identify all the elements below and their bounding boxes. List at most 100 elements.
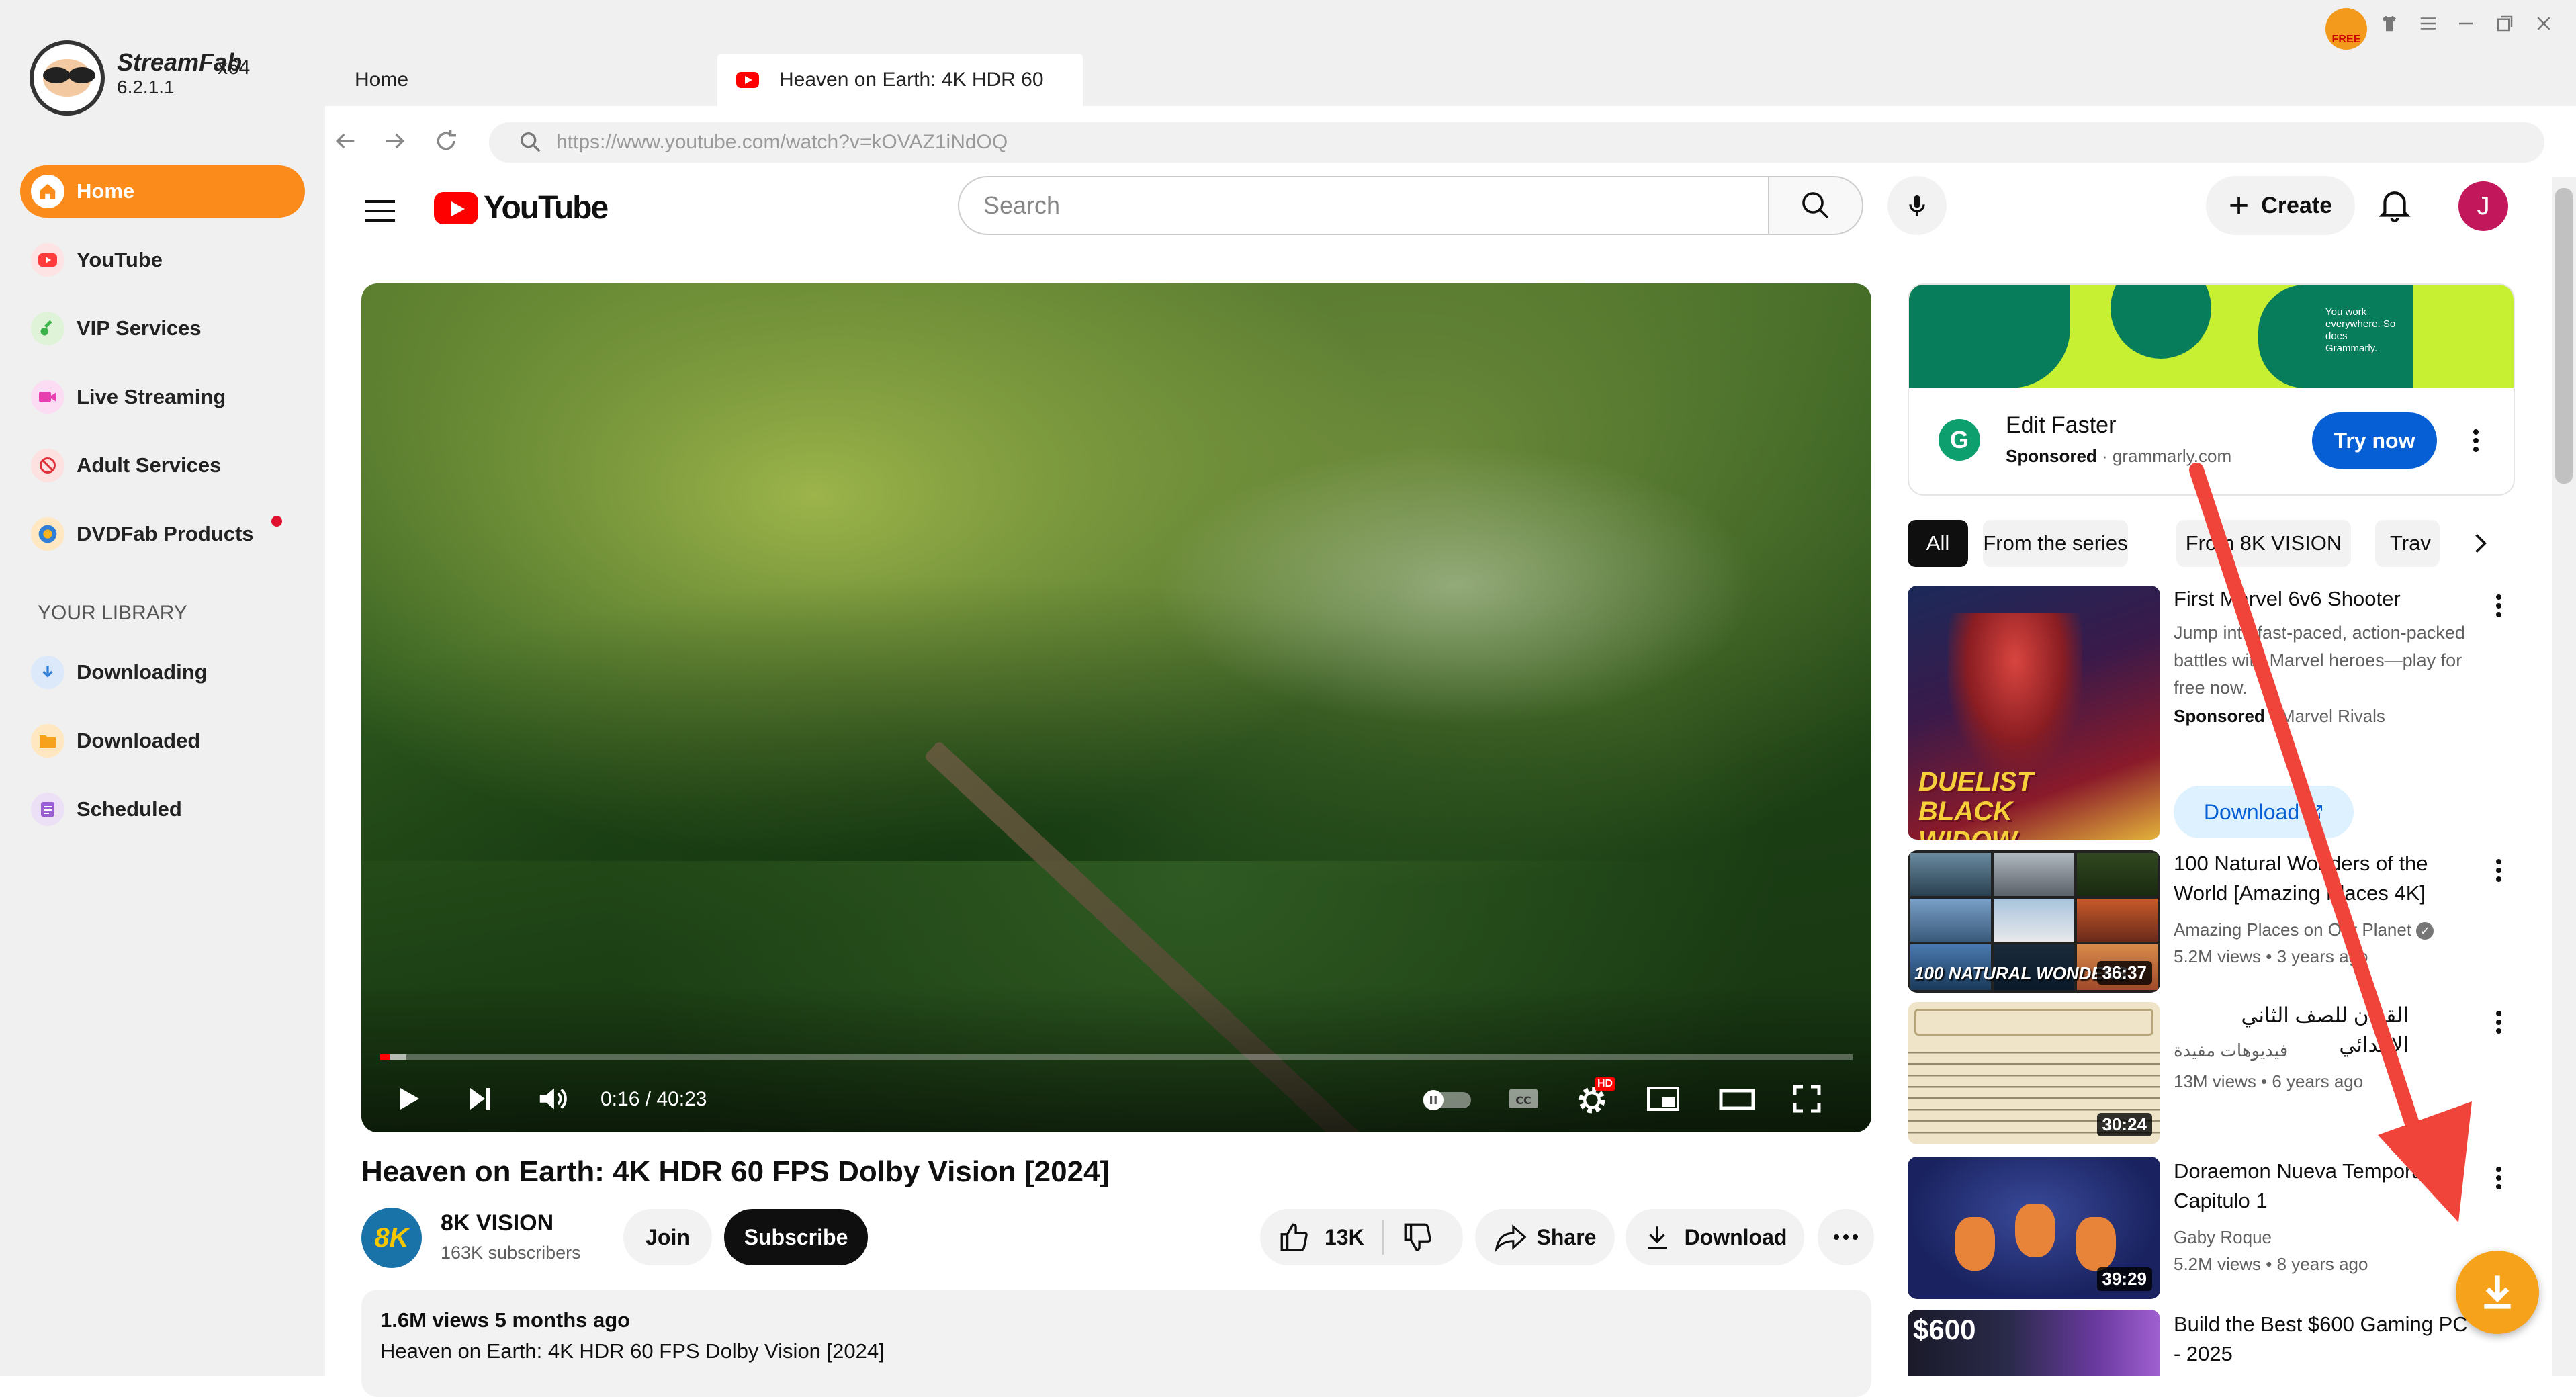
rec-meta: 13M views • 6 years ago	[2174, 1071, 2364, 1091]
channel-name[interactable]: 8K VISION	[441, 1210, 553, 1236]
nav-label: Adult Services	[77, 453, 222, 477]
theater-mode-button[interactable]	[1718, 1083, 1756, 1115]
channel-avatar[interactable]: 8K	[361, 1208, 422, 1268]
subscribe-button[interactable]: Subscribe	[724, 1209, 868, 1265]
streamfab-download-fab[interactable]	[2456, 1251, 2539, 1334]
ad-banner[interactable]: You work everywhere. So does Grammarly.	[1909, 285, 2514, 388]
rec-thumbnail[interactable]: 30:24	[1908, 1002, 2160, 1144]
tab-label: Home	[355, 69, 409, 91]
miniplayer-button[interactable]	[1646, 1083, 1681, 1115]
rec-more-icon[interactable]	[2495, 591, 2503, 621]
more-actions-button[interactable]	[1818, 1209, 1874, 1265]
rec-channel: Marvel Rivals	[2280, 706, 2385, 726]
rec-more-icon[interactable]	[2495, 1007, 2503, 1037]
play-button[interactable]	[392, 1083, 425, 1115]
rec-channel[interactable]: Gaby Roque	[2174, 1224, 2469, 1251]
progress-bar[interactable]	[380, 1054, 1853, 1060]
fullscreen-button[interactable]	[1791, 1083, 1823, 1115]
thumbs-up-icon[interactable]	[1278, 1220, 1311, 1254]
rec-title[interactable]: Doraemon Nueva Temporada Capitulo 1	[2174, 1157, 2469, 1216]
video-player[interactable]: 0:16 / 40:23 CC HD	[361, 283, 1871, 1132]
youtube-logo[interactable]: YouTube	[434, 189, 609, 226]
rec-thumbnail[interactable]: DUELIST BLACK WIDOW	[1908, 586, 2160, 840]
youtube-menu-icon[interactable]	[365, 193, 395, 228]
try-now-button[interactable]: Try now	[2312, 412, 2437, 469]
nav-youtube[interactable]: YouTube	[20, 234, 305, 286]
chip-from-the-series[interactable]: From the series	[1983, 520, 2128, 567]
download-icon	[1647, 1226, 1667, 1249]
ad-more-icon[interactable]	[2472, 426, 2480, 455]
settings-button[interactable]: HD	[1574, 1077, 1616, 1118]
next-button[interactable]	[463, 1083, 496, 1115]
rec-thumbnail[interactable]: $600	[1908, 1310, 2160, 1376]
rec-thumbnail[interactable]: 39:29	[1908, 1157, 2160, 1299]
rec-title[interactable]: Build the Best $600 Gaming PC - 2025	[2174, 1310, 2469, 1369]
chips-next-icon[interactable]	[2465, 527, 2495, 564]
rec-thumbnail[interactable]: 100 NATURAL WONDERS 36:37	[1908, 850, 2160, 993]
user-avatar[interactable]: J	[2458, 181, 2508, 231]
ad-title[interactable]: Edit Faster	[2006, 412, 2116, 439]
rec-more-icon[interactable]	[2495, 856, 2503, 885]
verified-icon: ✓	[2416, 922, 2434, 940]
rec-sponsor-line: Sponsored · Marvel Rivals	[2174, 706, 2385, 726]
restore-icon[interactable]	[2495, 13, 2515, 40]
download-button[interactable]: Download	[1626, 1209, 1804, 1265]
reload-icon[interactable]	[433, 128, 459, 161]
captions-button[interactable]: CC	[1506, 1083, 1541, 1115]
nav-downloading[interactable]: Downloading	[20, 646, 305, 698]
chip-from-8k-vision[interactable]: From 8K VISION	[2176, 520, 2351, 567]
nav-scheduled[interactable]: Scheduled	[20, 783, 305, 836]
views-and-age: 1.6M views 5 months ago	[380, 1308, 631, 1332]
rec-duration: 36:37	[2096, 961, 2152, 985]
tab-home[interactable]: Home	[355, 54, 408, 106]
create-button[interactable]: + Create	[2206, 176, 2355, 235]
chip-travel[interactable]: Trav	[2375, 520, 2440, 567]
rec-description: Jump into fast-paced, action-packed batt…	[2174, 623, 2465, 698]
voice-search-button[interactable]	[1887, 176, 1947, 235]
search-button[interactable]	[1768, 176, 1863, 235]
like-dislike-group: 13K	[1260, 1209, 1463, 1265]
nav-label: Downloaded	[77, 729, 201, 752]
rec-title[interactable]: First Marvel 6v6 Shooter	[2174, 584, 2469, 614]
description-box[interactable]: 1.6M views 5 months ago Heaven on Earth:…	[361, 1290, 1871, 1397]
app-version: 6.2.1.1	[117, 77, 175, 97]
nav-live-streaming[interactable]: Live Streaming	[20, 371, 305, 423]
nav-dvdfab-products[interactable]: DVDFab Products	[20, 508, 305, 560]
scrollbar-thumb[interactable]	[2555, 188, 2573, 484]
nav-adult-services[interactable]: Adult Services	[20, 439, 305, 492]
back-icon[interactable]	[332, 128, 359, 161]
rec-title[interactable]: 100 Natural Wonders of the World [Amazin…	[2174, 849, 2469, 908]
join-button[interactable]: Join	[623, 1209, 712, 1265]
rec-channel[interactable]: Amazing Places on Our Planet	[2174, 919, 2411, 940]
ad-card[interactable]: You work everywhere. So does Grammarly. …	[1908, 283, 2515, 496]
nav-label: Scheduled	[77, 797, 182, 821]
share-button[interactable]: Share	[1475, 1209, 1615, 1265]
rec-channel[interactable]: فيديوهات مفيدة	[2174, 1037, 2469, 1064]
minimize-icon[interactable]	[2456, 13, 2476, 40]
chip-all[interactable]: All	[1908, 520, 1968, 567]
tab-youtube-video[interactable]: Heaven on Earth: 4K HDR 60	[717, 54, 1083, 106]
notification-dot	[271, 516, 282, 527]
microphone-icon	[1909, 195, 1925, 216]
tshirt-icon[interactable]	[2379, 13, 2399, 40]
rec-download-button[interactable]: Download	[2174, 786, 2354, 838]
rec-meta: 5.2M views • 8 years ago	[2174, 1254, 2368, 1274]
rec-download-label: Download	[2203, 799, 2300, 824]
url-field[interactable]: https://www.youtube.com/watch?v=kOVAZ1iN…	[489, 122, 2544, 163]
nav-home[interactable]: Home	[20, 165, 305, 218]
notifications-bell-icon[interactable]	[2378, 187, 2411, 228]
forward-icon[interactable]	[382, 128, 408, 161]
menu-icon[interactable]	[2418, 13, 2438, 40]
nav-vip-services[interactable]: VIP Services	[20, 302, 305, 355]
video-time: 0:16 / 40:23	[601, 1088, 707, 1110]
tab-strip	[325, 0, 2576, 106]
volume-button[interactable]	[536, 1083, 570, 1115]
thumbs-down-icon[interactable]	[1401, 1220, 1435, 1254]
autoplay-toggle[interactable]	[1421, 1089, 1472, 1111]
youtube-search-input[interactable]: Search	[958, 176, 1769, 235]
like-count[interactable]: 13K	[1325, 1225, 1364, 1250]
rec-more-icon[interactable]	[2495, 1163, 2503, 1193]
free-badge[interactable]: FREE	[2325, 8, 2367, 50]
close-icon[interactable]	[2534, 13, 2554, 40]
nav-downloaded[interactable]: Downloaded	[20, 715, 305, 767]
